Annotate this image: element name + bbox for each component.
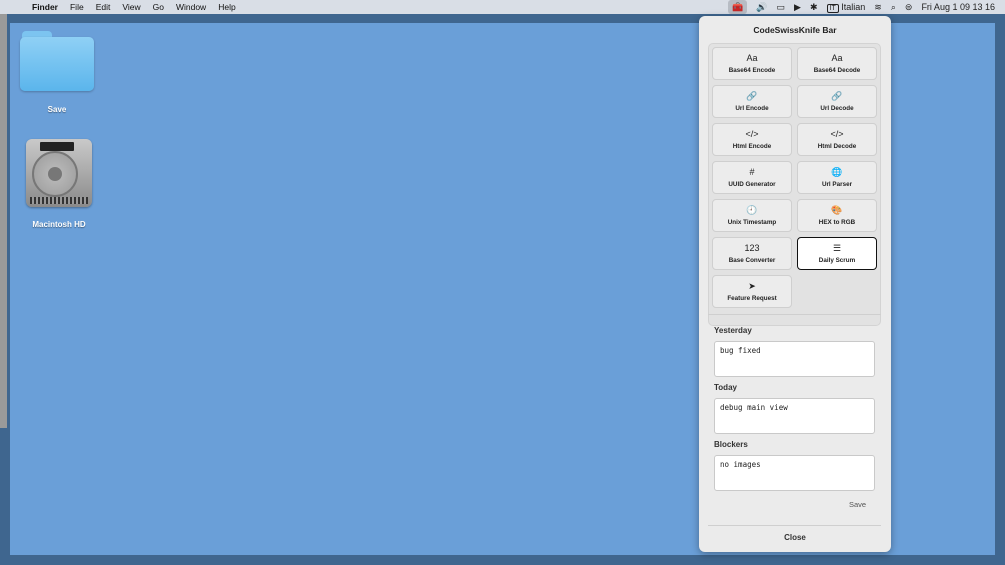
apple-menu-icon[interactable] (12, 2, 21, 12)
menu-file[interactable]: File (70, 2, 84, 12)
menu-help[interactable]: Help (218, 2, 235, 12)
codeswissknife-panel: CodeSwissKnife Bar Aa Base64 Encode Aa B… (699, 16, 891, 552)
hard-drive-icon[interactable] (26, 139, 92, 207)
tool-hex-to-rgb[interactable]: 🎨 HEX to RGB (797, 199, 877, 232)
tool-uuid-generator[interactable]: # UUID Generator (712, 161, 792, 194)
tool-url-decode[interactable]: 🔗 Url Decode (797, 85, 877, 118)
tool-base64-encode[interactable]: Aa Base64 Encode (712, 47, 792, 80)
globe-icon: 🌐 (831, 167, 843, 177)
input-language[interactable]: IT Italian (826, 0, 866, 14)
hash-icon: # (749, 167, 755, 177)
close-button[interactable]: Close (699, 533, 891, 542)
folder-icon[interactable] (20, 31, 94, 91)
link-icon: 🔗 (831, 91, 843, 101)
list-icon: ☰ (832, 243, 842, 253)
play-icon[interactable]: ▶ (794, 0, 801, 14)
menu-edit[interactable]: Edit (96, 2, 111, 12)
text-format-icon: Aa (831, 53, 843, 63)
language-label: Italian (841, 2, 866, 12)
left-edge-bar (0, 14, 7, 428)
yesterday-label: Yesterday (714, 326, 752, 335)
today-field[interactable] (714, 398, 875, 434)
desktop-item-label-macintosh-hd[interactable]: Macintosh HD (20, 220, 98, 229)
today-label: Today (714, 383, 737, 392)
numbers-icon: 123 (744, 243, 760, 253)
menu-bar: Finder File Edit View Go Window Help 🧰 🔊… (0, 0, 1005, 14)
tool-base-converter[interactable]: 123 Base Converter (712, 237, 792, 270)
divider (708, 525, 881, 526)
tool-html-encode[interactable]: </> Html Encode (712, 123, 792, 156)
blockers-field[interactable] (714, 455, 875, 491)
desktop-item-label-save[interactable]: Save (20, 105, 94, 114)
blockers-label: Blockers (714, 440, 748, 449)
toolbox-status-icon[interactable]: 🧰 (728, 0, 748, 14)
tool-unix-timestamp[interactable]: 🕘 Unix Timestamp (712, 199, 792, 232)
battery-icon[interactable]: ▭ (777, 0, 786, 14)
tool-url-encode[interactable]: 🔗 Url Encode (712, 85, 792, 118)
tool-grid: Aa Base64 Encode Aa Base64 Decode 🔗 Url … (708, 43, 881, 326)
menu-app-name[interactable]: Finder (32, 2, 58, 12)
send-icon: ➤ (748, 281, 756, 291)
tool-base64-decode[interactable]: Aa Base64 Decode (797, 47, 877, 80)
code-icon: </> (745, 129, 759, 139)
save-button[interactable]: Save (849, 500, 866, 509)
menu-window[interactable]: Window (176, 2, 206, 12)
tool-feature-request[interactable]: ➤ Feature Request (712, 275, 792, 308)
divider (708, 314, 881, 315)
search-icon[interactable]: ⌕ (891, 0, 896, 14)
panel-title: CodeSwissKnife Bar (753, 25, 837, 35)
code-icon: </> (830, 129, 844, 139)
control-center-icon[interactable]: ⊜ (905, 0, 913, 14)
volume-icon[interactable]: 🔊 (756, 0, 767, 14)
menu-view[interactable]: View (122, 2, 140, 12)
bluetooth-icon[interactable]: ✱ (810, 0, 818, 14)
status-area: 🧰 🔊 ▭ ▶ ✱ IT Italian ≋ ⌕ ⊜ Fri Aug 1 09 … (728, 0, 995, 14)
clock[interactable]: Fri Aug 1 09 13 16 (921, 0, 995, 14)
menu-go[interactable]: Go (153, 2, 164, 12)
tool-daily-scrum[interactable]: ☰ Daily Scrum (797, 237, 877, 270)
palette-icon: 🎨 (831, 205, 843, 215)
bottom-edge (0, 555, 1005, 565)
yesterday-field[interactable] (714, 341, 875, 377)
link-icon: 🔗 (746, 91, 758, 101)
right-edge (995, 14, 1005, 565)
language-badge: IT (826, 4, 839, 13)
tool-html-decode[interactable]: </> Html Decode (797, 123, 877, 156)
clock-icon: 🕘 (746, 205, 758, 215)
tool-url-parser[interactable]: 🌐 Url Parser (797, 161, 877, 194)
text-format-icon: Aa (746, 53, 758, 63)
wifi-icon[interactable]: ≋ (874, 0, 882, 14)
